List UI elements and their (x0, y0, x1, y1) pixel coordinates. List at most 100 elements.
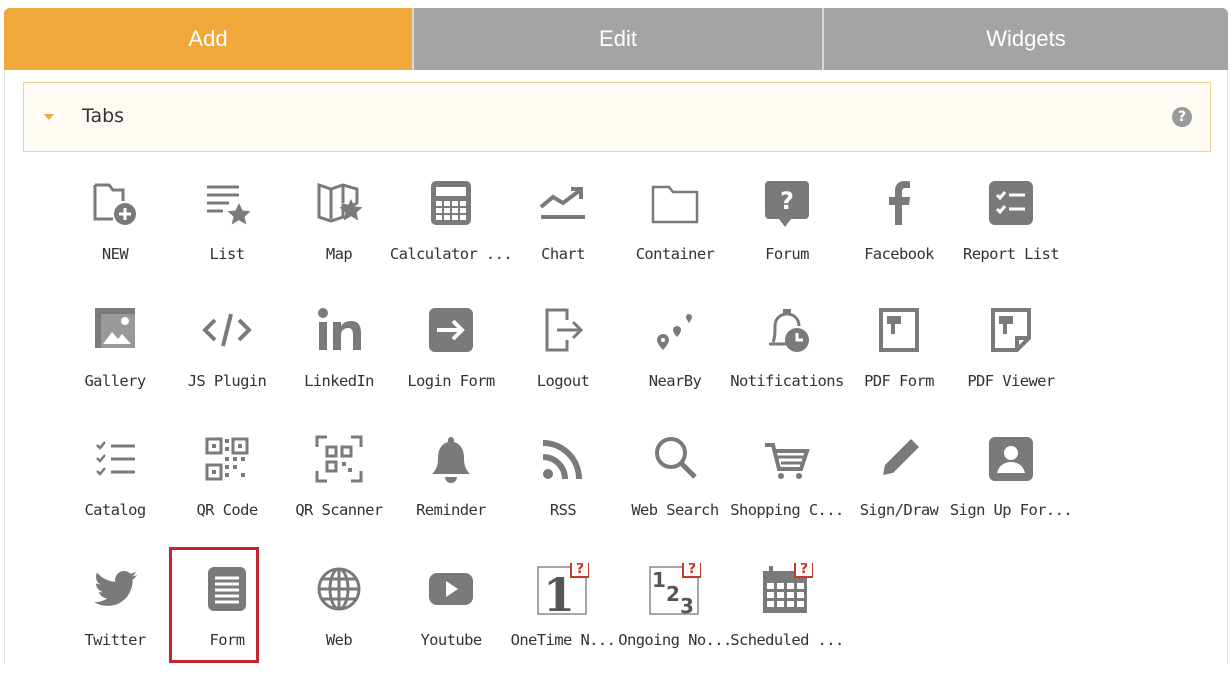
globe-icon (313, 563, 365, 615)
svg-text:3: 3 (680, 594, 694, 615)
widget-label: PDF Form (864, 372, 934, 390)
widget-notifications[interactable]: Notifications (730, 304, 844, 414)
forum-icon: ? (761, 177, 813, 229)
notifications-icon (761, 304, 813, 356)
form-icon (201, 563, 253, 615)
widget-facebook[interactable]: Facebook (843, 177, 955, 287)
folder-icon (649, 177, 701, 229)
widget-label: Sign Up For... (949, 501, 1073, 519)
widget-label: Chart (541, 245, 585, 263)
widget-scheduled-notification[interactable]: ? Scheduled ... (730, 563, 844, 673)
widget-label: Calculator ... (389, 245, 513, 263)
linkedin-icon (313, 304, 365, 356)
widget-calculator[interactable]: Calculator ... (390, 177, 513, 287)
widget-label: OneTime N... (510, 631, 616, 649)
widget-label: JS Plugin (187, 372, 267, 390)
widget-label: Facebook (864, 245, 934, 263)
qr-code-icon (201, 433, 253, 485)
new-page-icon (89, 177, 141, 229)
nearby-icon (649, 304, 701, 356)
widget-nearby[interactable]: NearBy (619, 304, 731, 414)
widget-qr-code[interactable]: QR Code (171, 433, 283, 543)
widget-catalog[interactable]: Catalog (59, 433, 171, 543)
youtube-icon (425, 563, 477, 615)
widget-new[interactable]: NEW (59, 177, 171, 287)
widget-ongoing-notification[interactable]: 1 2 3? Ongoing No... (618, 563, 732, 673)
shopping-cart-icon (761, 433, 813, 485)
tab-widgets[interactable]: Widgets (822, 8, 1228, 70)
pdf-form-icon (873, 304, 925, 356)
widget-label: NearBy (648, 372, 702, 390)
map-icon (313, 177, 365, 229)
widget-chart[interactable]: Chart (507, 177, 619, 287)
widget-label: Container (635, 245, 715, 263)
tab-edit[interactable]: Edit (412, 8, 822, 70)
widget-rss[interactable]: RSS (507, 433, 619, 543)
widget-label: Shopping C... (730, 501, 844, 519)
svg-text:1: 1 (652, 568, 666, 592)
login-icon (425, 304, 477, 356)
widget-twitter[interactable]: Twitter (59, 563, 171, 673)
qr-scanner-icon (313, 433, 365, 485)
widget-label: Map (325, 245, 353, 263)
calculator-icon (425, 177, 477, 229)
widget-label: Forum (765, 245, 809, 263)
widget-label: Sign/Draw (859, 501, 939, 519)
widget-web-search[interactable]: Web Search (619, 433, 731, 543)
one-time-notification-icon: 1? (537, 563, 589, 615)
widget-login-form[interactable]: Login Form (395, 304, 507, 414)
add-panel: Tabs ? NEW List Map Calculator ... Chart… (4, 70, 1228, 664)
widget-onetime-notification[interactable]: 1? OneTime N... (507, 563, 619, 673)
svg-text:?: ? (688, 563, 696, 577)
widget-label: RSS (549, 501, 577, 519)
widget-pdf-form[interactable]: PDF Form (843, 304, 955, 414)
widget-label: Gallery (84, 372, 146, 390)
widget-youtube[interactable]: Youtube (395, 563, 507, 673)
facebook-icon (873, 177, 925, 229)
widget-label: Login Form (407, 372, 495, 390)
widget-container[interactable]: Container (619, 177, 731, 287)
tabs-section-header[interactable]: Tabs ? (23, 82, 1211, 152)
logout-icon (537, 304, 589, 356)
widget-label: Reminder (416, 501, 486, 519)
widget-label: Report List (962, 245, 1060, 263)
help-icon[interactable]: ? (1172, 107, 1192, 127)
widget-label: Twitter (84, 631, 146, 649)
widget-shopping-cart[interactable]: Shopping C... (730, 433, 844, 543)
widget-label: List (209, 245, 246, 263)
widget-label: Scheduled ... (730, 631, 844, 649)
tab-bar: Add Edit Widgets (4, 8, 1228, 70)
widget-label: Web (325, 631, 353, 649)
widget-gallery[interactable]: Gallery (59, 304, 171, 414)
widget-label: Notifications (730, 372, 844, 390)
widget-qr-scanner[interactable]: QR Scanner (283, 433, 395, 543)
widget-label: QR Scanner (295, 501, 383, 519)
caret-down-icon[interactable] (44, 114, 54, 120)
widget-form[interactable]: Form (169, 547, 283, 673)
widget-label: Logout (536, 372, 590, 390)
catalog-icon (89, 433, 141, 485)
tab-add[interactable]: Add (4, 8, 412, 70)
svg-text:?: ? (576, 563, 584, 577)
widget-label: Catalog (84, 501, 146, 519)
widget-pdf-viewer[interactable]: PDF Viewer (955, 304, 1067, 414)
widget-label: NEW (101, 245, 129, 263)
bell-icon (425, 433, 477, 485)
widget-report-list[interactable]: Report List (955, 177, 1067, 287)
code-icon (201, 304, 253, 356)
widget-linkedin[interactable]: LinkedIn (283, 304, 395, 414)
widget-list[interactable]: List (171, 177, 283, 287)
widget-web[interactable]: Web (283, 563, 395, 673)
widget-reminder[interactable]: Reminder (395, 433, 507, 543)
widget-label: Youtube (420, 631, 482, 649)
widget-label: Web Search (631, 501, 719, 519)
widget-js-plugin[interactable]: JS Plugin (171, 304, 283, 414)
widget-map[interactable]: Map (283, 177, 395, 287)
widget-forum[interactable]: ? Forum (731, 177, 843, 287)
list-icon (201, 177, 253, 229)
widget-logout[interactable]: Logout (507, 304, 619, 414)
widget-sign-up-form[interactable]: Sign Up For... (950, 433, 1073, 543)
widget-label: Ongoing No... (618, 631, 732, 649)
widget-label: LinkedIn (304, 372, 374, 390)
widget-sign-draw[interactable]: Sign/Draw (843, 433, 955, 543)
